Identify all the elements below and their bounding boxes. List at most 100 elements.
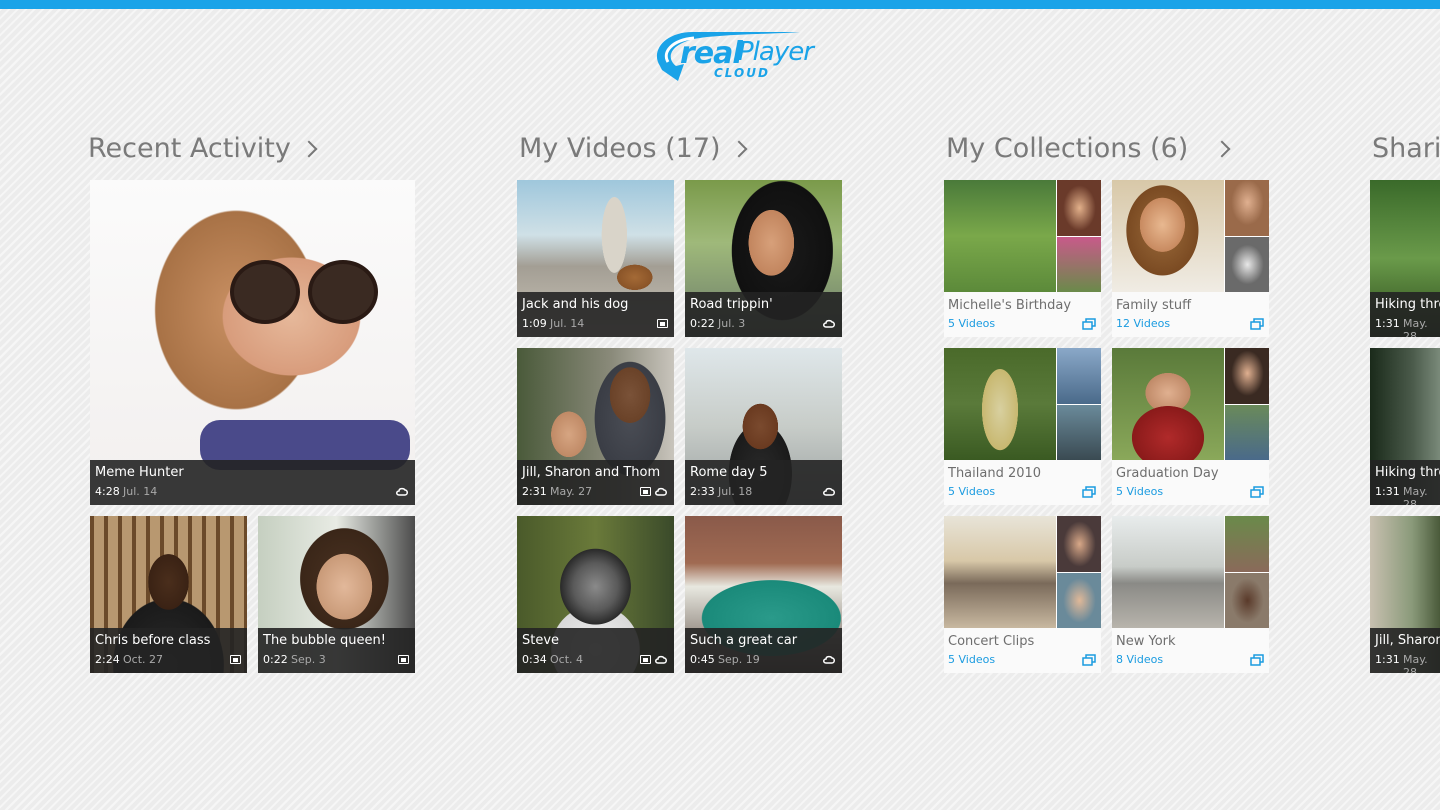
top-accent-bar bbox=[0, 0, 1440, 9]
video-duration: 0:34 bbox=[522, 653, 547, 666]
device-icon bbox=[640, 487, 651, 496]
collection-info-bar: Graduation Day 5 Videos bbox=[1112, 460, 1269, 505]
collection-info-bar: Concert Clips 5 Videos bbox=[944, 628, 1101, 673]
section-my-collections[interactable]: My Collections (6) bbox=[946, 130, 1231, 166]
collection-count: 8 Videos bbox=[1116, 653, 1164, 666]
video-info-bar: Hiking thro 1:31 May. 28 bbox=[1370, 460, 1440, 505]
video-tile-great-car[interactable]: Such a great car 0:45 Sep. 19 bbox=[685, 516, 842, 673]
collection-thumbnail bbox=[1225, 237, 1269, 292]
collection-count: 5 Videos bbox=[948, 485, 996, 498]
cloud-sync-icon bbox=[823, 655, 836, 664]
video-tile-steve[interactable]: Steve 0:34 Oct. 4 bbox=[517, 516, 674, 673]
section-title-label: My Collections (6) bbox=[946, 132, 1189, 164]
video-duration: 1:09 bbox=[522, 317, 547, 330]
video-date: Sep. 19 bbox=[718, 653, 760, 666]
collection-thumbnail bbox=[944, 516, 1056, 628]
video-info-bar: Jill, Sharon and Thom 2:31 May. 27 bbox=[517, 460, 674, 505]
shared-video-tile[interactable]: Hiking thro 1:31 May. 28 bbox=[1370, 180, 1440, 337]
video-info-bar: Hiking thro 1:31 May. 28 bbox=[1370, 292, 1440, 337]
collection-stack-icon bbox=[1082, 318, 1096, 330]
video-date: Jul. 3 bbox=[718, 317, 746, 330]
collection-count: 5 Videos bbox=[948, 653, 996, 666]
video-date: Jul. 18 bbox=[718, 485, 753, 498]
device-icon bbox=[230, 655, 241, 664]
video-date: May. 28 bbox=[1403, 317, 1428, 337]
video-info-bar: Rome day 5 2:33 Jul. 18 bbox=[685, 460, 842, 505]
video-date: Oct. 4 bbox=[550, 653, 584, 666]
section-shared[interactable]: Shari bbox=[1372, 130, 1440, 166]
cloud-sync-icon bbox=[396, 487, 409, 496]
collection-thumbnail bbox=[1225, 348, 1269, 404]
section-recent-activity[interactable]: Recent Activity bbox=[88, 130, 318, 166]
collection-tile-michelles-birthday[interactable]: Michelle's Birthday 5 Videos bbox=[944, 180, 1101, 337]
collection-title: Graduation Day bbox=[1116, 466, 1219, 481]
video-title: Hiking thro bbox=[1375, 465, 1440, 480]
collection-count: 5 Videos bbox=[948, 317, 996, 330]
collection-stack-icon bbox=[1250, 318, 1264, 330]
video-duration: 0:22 bbox=[263, 653, 288, 666]
video-tile-meme-hunter[interactable]: Meme Hunter 4:28 Jul. 14 bbox=[90, 180, 415, 505]
collection-stack-icon bbox=[1250, 486, 1264, 498]
collection-tile-new-york[interactable]: New York 8 Videos bbox=[1112, 516, 1269, 673]
logo-word-cloud: CLOUD bbox=[714, 66, 770, 80]
video-title: Jill, Sharon and Thom bbox=[522, 465, 661, 480]
collection-title: Family stuff bbox=[1116, 298, 1192, 313]
video-duration: 0:22 bbox=[690, 317, 715, 330]
logo-word-player: Player bbox=[738, 37, 814, 67]
video-info-bar: Jack and his dog 1:09 Jul. 14 bbox=[517, 292, 674, 337]
chevron-right-icon bbox=[1213, 140, 1231, 158]
section-title-label: Shari bbox=[1372, 132, 1440, 164]
video-info-bar: Chris before class 2:24 Oct. 27 bbox=[90, 628, 247, 673]
video-title: Hiking thro bbox=[1375, 297, 1440, 312]
collection-tile-graduation-day[interactable]: Graduation Day 5 Videos bbox=[1112, 348, 1269, 505]
realplayer-cloud-logo: real Player CLOUD bbox=[650, 26, 840, 86]
device-icon bbox=[398, 655, 409, 664]
video-tile-bubble-queen[interactable]: The bubble queen! 0:22 Sep. 3 bbox=[258, 516, 415, 673]
video-date: May. 28 bbox=[1403, 653, 1428, 673]
video-duration: 2:33 bbox=[690, 485, 715, 498]
section-title-label: My Videos (17) bbox=[519, 132, 721, 164]
cloud-sync-icon bbox=[823, 319, 836, 328]
collection-info-bar: New York 8 Videos bbox=[1112, 628, 1269, 673]
collection-thumbnail bbox=[1057, 237, 1101, 292]
shared-video-tile[interactable]: Jill, Sharon 1:31 May. 28 bbox=[1370, 516, 1440, 673]
collection-tile-family-stuff[interactable]: Family stuff 12 Videos bbox=[1112, 180, 1269, 337]
collection-title: Thailand 2010 bbox=[948, 466, 1042, 481]
collection-stack-icon bbox=[1082, 654, 1096, 666]
collection-thumbnail bbox=[1225, 516, 1269, 572]
video-tile-jack-and-his-dog[interactable]: Jack and his dog 1:09 Jul. 14 bbox=[517, 180, 674, 337]
video-title: The bubble queen! bbox=[263, 633, 386, 648]
chevron-right-icon bbox=[730, 140, 748, 158]
video-date: May. 28 bbox=[1403, 485, 1428, 505]
collection-tile-concert-clips[interactable]: Concert Clips 5 Videos bbox=[944, 516, 1101, 673]
collection-count: 12 Videos bbox=[1116, 317, 1171, 330]
video-tile-rome-day-5[interactable]: Rome day 5 2:33 Jul. 18 bbox=[685, 348, 842, 505]
video-title: Chris before class bbox=[95, 633, 211, 648]
cloud-sync-icon bbox=[655, 487, 668, 496]
chevron-right-icon bbox=[300, 140, 318, 158]
video-info-bar: Such a great car 0:45 Sep. 19 bbox=[685, 628, 842, 673]
video-duration: 2:31 bbox=[522, 485, 547, 498]
video-duration: 4:28 bbox=[95, 485, 120, 498]
collection-thumbnail bbox=[1057, 180, 1101, 236]
shared-video-tile[interactable]: Hiking thro 1:31 May. 28 bbox=[1370, 348, 1440, 505]
section-my-videos[interactable]: My Videos (17) bbox=[519, 130, 748, 166]
video-tile-jill-sharon-thom[interactable]: Jill, Sharon and Thom 2:31 May. 27 bbox=[517, 348, 674, 505]
video-tile-road-trippin[interactable]: Road trippin' 0:22 Jul. 3 bbox=[685, 180, 842, 337]
video-date: Oct. 27 bbox=[123, 653, 164, 666]
video-info-bar: Meme Hunter 4:28 Jul. 14 bbox=[90, 460, 415, 505]
collection-thumbnail bbox=[1057, 348, 1101, 404]
video-date: Jul. 14 bbox=[550, 317, 585, 330]
collection-thumbnail bbox=[1057, 573, 1101, 628]
collection-stack-icon bbox=[1082, 486, 1096, 498]
collection-count: 5 Videos bbox=[1116, 485, 1164, 498]
video-title: Road trippin' bbox=[690, 297, 773, 312]
cloud-sync-icon bbox=[823, 487, 836, 496]
video-duration: 0:45 bbox=[690, 653, 715, 666]
video-date: May. 27 bbox=[550, 485, 593, 498]
collection-tile-thailand-2010[interactable]: Thailand 2010 5 Videos bbox=[944, 348, 1101, 505]
collection-thumbnail bbox=[1225, 405, 1269, 460]
video-title: Jack and his dog bbox=[522, 297, 629, 312]
video-tile-chris-before-class[interactable]: Chris before class 2:24 Oct. 27 bbox=[90, 516, 247, 673]
video-title: Rome day 5 bbox=[690, 465, 768, 480]
